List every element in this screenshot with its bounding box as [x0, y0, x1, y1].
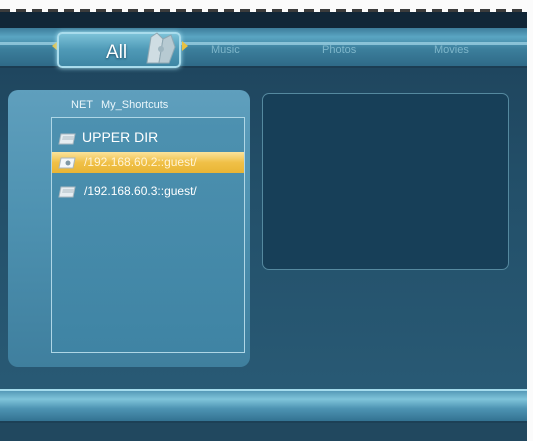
list-item-upper-dir[interactable]: UPPER DIR [52, 128, 244, 149]
tab-all-label: All [106, 42, 128, 63]
file-list: UPPER DIR /192.168.60.2::guest/ /192.168… [51, 117, 245, 353]
all-media-icon [146, 32, 176, 64]
top-border [0, 0, 533, 12]
tab-movies[interactable]: Movies [434, 44, 469, 56]
list-item[interactable]: /192.168.60.3::guest/ [52, 181, 244, 202]
preview-pane [262, 93, 509, 270]
bottom-bar [0, 389, 533, 423]
list-item-selected[interactable]: /192.168.60.2::guest/ [52, 152, 244, 173]
tab-all[interactable]: All [57, 32, 181, 68]
media-browser-screen: All Music Photos Movies NET My_Shortcuts … [0, 0, 533, 441]
folder-icon [58, 186, 76, 198]
tab-photos[interactable]: Photos [322, 44, 356, 56]
tab-music[interactable]: Music [211, 44, 240, 56]
arrow-right-icon[interactable] [182, 41, 188, 51]
list-item-label: /192.168.60.3::guest/ [84, 184, 197, 198]
right-border [527, 0, 533, 441]
folder-icon [58, 133, 76, 145]
bottom-strip [0, 423, 533, 441]
breadcrumb: NET My_Shortcuts [71, 99, 176, 111]
breadcrumb-source: NET [71, 99, 93, 111]
breadcrumb-folder: My_Shortcuts [101, 99, 169, 111]
list-item-label: /192.168.60.2::guest/ [84, 155, 197, 169]
network-folder-icon [58, 157, 76, 169]
list-item-label: UPPER DIR [82, 129, 159, 145]
